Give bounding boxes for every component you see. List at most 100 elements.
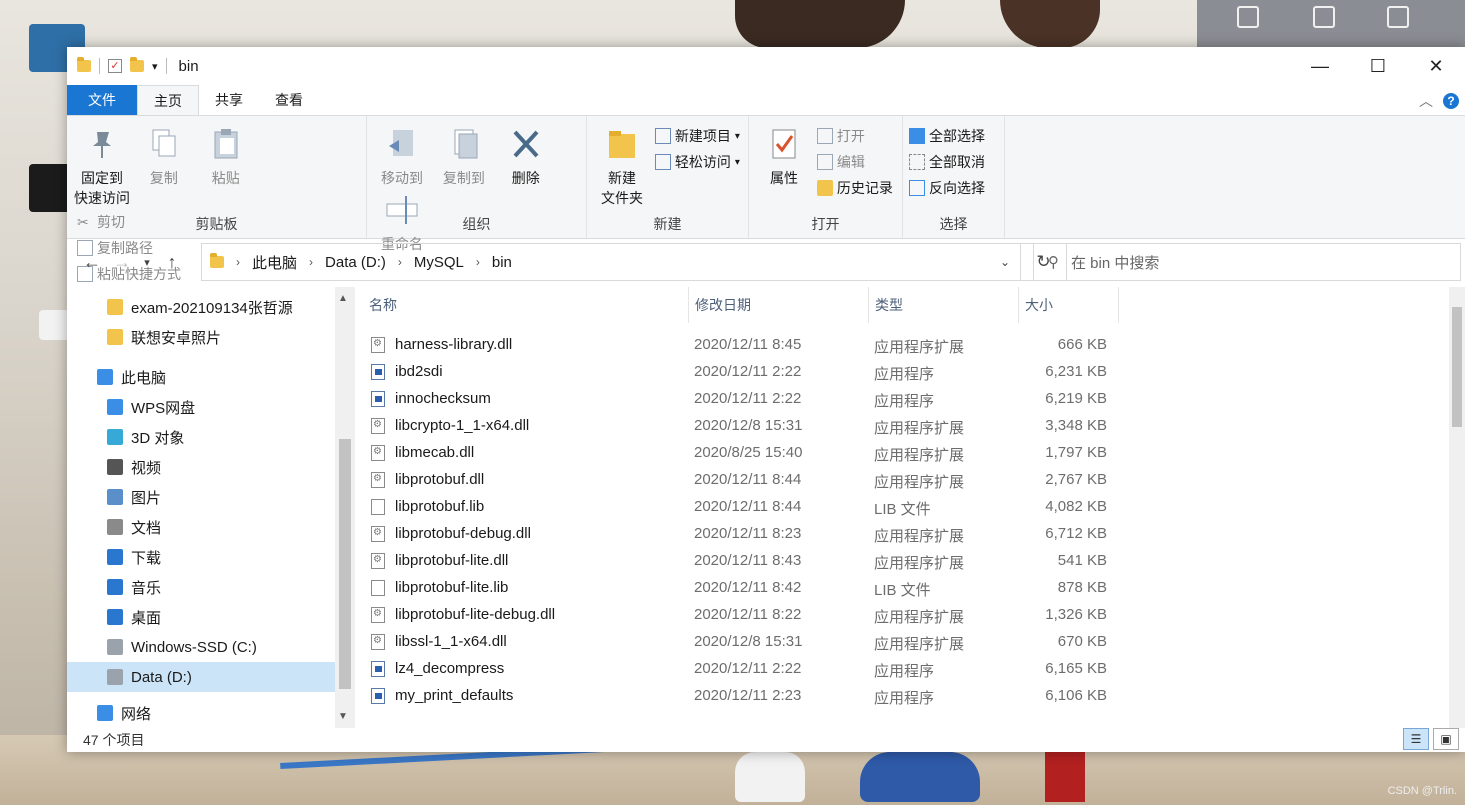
- minimize-button[interactable]: —: [1291, 47, 1349, 85]
- breadcrumb-this-pc[interactable]: 此电脑: [252, 252, 297, 273]
- nav-item[interactable]: 3D 对象: [67, 422, 355, 452]
- chevron-right-icon[interactable]: ›: [309, 255, 313, 269]
- nav-scrollbar-thumb[interactable]: [339, 439, 351, 689]
- navigation-pane[interactable]: exam-202109134张哲源 联想安卓照片 此电脑 WPS网盘 3D 对象 视频 图片…: [67, 287, 355, 728]
- nav-item[interactable]: 视频: [67, 452, 355, 482]
- chevron-right-icon[interactable]: ›: [476, 255, 480, 269]
- details-view-icon[interactable]: ☰: [1403, 728, 1429, 750]
- title-bar[interactable]: ✓ ▾ bin — ☐ ✕: [67, 47, 1465, 85]
- scroll-up-icon[interactable]: ▲: [338, 293, 348, 304]
- file-row[interactable]: libprotobuf-lite-debug.dll 2020/12/11 8:2…: [355, 602, 1445, 629]
- column-date[interactable]: 修改日期: [689, 287, 869, 323]
- nav-item[interactable]: WPS网盘: [67, 392, 355, 422]
- column-size[interactable]: 大小: [1019, 287, 1119, 323]
- breadcrumb-mysql[interactable]: MySQL: [414, 254, 464, 271]
- chevron-down-icon[interactable]: ▾: [152, 60, 158, 73]
- file-list[interactable]: 名称 修改日期 类型 大小 ^ harness-library.dll 2020/…: [355, 287, 1465, 728]
- open-button[interactable]: 打开: [816, 126, 893, 146]
- maximize-button[interactable]: ☐: [1349, 47, 1407, 85]
- help-icon[interactable]: ?: [1443, 93, 1459, 109]
- notes-widget-icon[interactable]: [1237, 6, 1259, 28]
- wallpaper-widget-icon[interactable]: [1387, 6, 1409, 28]
- file-row[interactable]: lz4_decompress 2020/12/11 2:22 应用程序 6,165 K…: [355, 656, 1445, 683]
- chevron-right-icon[interactable]: ›: [236, 255, 240, 269]
- todo-widget-icon[interactable]: [1313, 6, 1335, 28]
- breadcrumb-data-d[interactable]: Data (D:): [325, 254, 386, 271]
- file-row[interactable]: innochecksum 2020/12/11 2:22 应用程序 6,219 KB: [355, 386, 1445, 413]
- file-row[interactable]: libprotobuf-lite.lib 2020/12/11 8:42 LIB 文…: [355, 575, 1445, 602]
- nav-item[interactable]: 图片: [67, 482, 355, 512]
- column-type-label: 类型: [875, 297, 903, 313]
- explorer-body: exam-202109134张哲源 联想安卓照片 此电脑 WPS网盘 3D 对象 视频 图片…: [67, 287, 1465, 728]
- properties-icon[interactable]: ✓: [108, 59, 122, 73]
- file-size: 6,231 KB: [1045, 363, 1107, 380]
- forward-arrow-icon[interactable]: →: [107, 252, 137, 273]
- tab-home[interactable]: 主页: [137, 85, 199, 115]
- file-row[interactable]: ibd2sdi 2020/12/11 2:22 应用程序 6,231 KB: [355, 359, 1445, 386]
- back-arrow-icon[interactable]: ←: [77, 252, 107, 273]
- copy-to-button[interactable]: 复制到: [435, 122, 493, 188]
- properties-button[interactable]: 属性: [755, 122, 813, 188]
- new-folder-button[interactable]: 新建 文件夹: [593, 122, 651, 208]
- file-row[interactable]: libssl-1_1-x64.dll 2020/12/8 15:31 应用程序扩展 6…: [355, 629, 1445, 656]
- history-label: 历史记录: [836, 180, 893, 196]
- nav-item[interactable]: 联想安卓照片: [67, 322, 355, 352]
- breadcrumb-bin[interactable]: bin: [492, 254, 512, 271]
- file-row[interactable]: libprotobuf-debug.dll 2020/12/11 8:23 应用程序…: [355, 521, 1445, 548]
- column-name[interactable]: 名称: [355, 287, 689, 323]
- new-folder-icon[interactable]: [130, 57, 144, 72]
- invert-selection-button[interactable]: 反向选择: [909, 178, 985, 198]
- file-explorer-window[interactable]: ✓ ▾ bin — ☐ ✕ 文件 主页 共享 查看 ︿ ? 固定到 快速访问 复…: [67, 47, 1465, 752]
- nav-item[interactable]: Data (D:): [67, 662, 355, 692]
- new-item-button[interactable]: 新建项目 ▾: [654, 126, 740, 146]
- file-row[interactable]: my_print_defaults 2020/12/11 2:23 应用程序 6,10…: [355, 683, 1445, 710]
- tab-file[interactable]: 文件: [67, 85, 137, 115]
- nav-item[interactable]: Windows-SSD (C:): [67, 632, 355, 662]
- tab-share[interactable]: 共享: [199, 85, 259, 115]
- search-box[interactable]: ⚲ 在 bin 中搜索: [1033, 243, 1461, 281]
- nav-item[interactable]: 文档: [67, 512, 355, 542]
- file-row[interactable]: libprotobuf.dll 2020/12/11 8:44 应用程序扩展 2,76…: [355, 467, 1445, 494]
- file-row[interactable]: libprotobuf.lib 2020/12/11 8:44 LIB 文件 4,08…: [355, 494, 1445, 521]
- nav-item[interactable]: 此电脑: [67, 362, 355, 392]
- select-group: 全部选择 全部取消 反向选择 选择: [903, 116, 1005, 238]
- history-button[interactable]: 历史记录: [816, 178, 893, 198]
- desktop-widget-bar[interactable]: [1197, 0, 1465, 47]
- move-to-button[interactable]: 移动到: [373, 122, 431, 188]
- file-date: 2020/12/11 2:22: [694, 390, 802, 407]
- large-icons-view-icon[interactable]: ▣: [1433, 728, 1459, 750]
- nav-item[interactable]: 桌面: [67, 602, 355, 632]
- paste-button[interactable]: 粘贴: [197, 122, 255, 188]
- file-list-scrollbar-thumb[interactable]: [1452, 307, 1462, 427]
- select-all-button[interactable]: 全部选择: [909, 126, 985, 146]
- file-row[interactable]: harness-library.dll 2020/12/11 8:45 应用程序扩展…: [355, 332, 1445, 359]
- column-type[interactable]: 类型: [869, 287, 1019, 323]
- file-row[interactable]: libcrypto-1_1-x64.dll 2020/12/8 15:31 应用程序…: [355, 413, 1445, 440]
- chevron-right-icon[interactable]: ›: [398, 255, 402, 269]
- delete-button[interactable]: 删除: [497, 122, 555, 188]
- nav-item[interactable]: 下载: [67, 542, 355, 572]
- application-icon: [371, 661, 385, 677]
- pin-quick-access-button[interactable]: 固定到 快速访问: [73, 122, 131, 208]
- collapse-ribbon-icon[interactable]: ︿: [1419, 91, 1433, 111]
- file-row[interactable]: libmecab.dll 2020/8/25 15:40 应用程序扩展 1,797 K…: [355, 440, 1445, 467]
- select-none-button[interactable]: 全部取消: [909, 152, 985, 172]
- up-arrow-icon[interactable]: ↑: [157, 252, 187, 273]
- tab-view[interactable]: 查看: [259, 85, 319, 115]
- nav-item[interactable]: 网络: [67, 698, 355, 728]
- address-bar[interactable]: › 此电脑 › Data (D:) › MySQL › bin ⌄: [201, 243, 1021, 281]
- recent-locations-chevron-icon[interactable]: ▾: [137, 256, 157, 269]
- copy-button[interactable]: 复制: [135, 122, 193, 188]
- file-icon: [371, 499, 385, 515]
- file-list-scrollbar[interactable]: [1449, 287, 1465, 728]
- nav-item[interactable]: exam-202109134张哲源: [67, 292, 355, 322]
- easy-access-button[interactable]: 轻松访问 ▾: [654, 152, 740, 172]
- file-row[interactable]: libprotobuf-lite.dll 2020/12/11 8:43 应用程序扩…: [355, 548, 1445, 575]
- nav-scrollbar[interactable]: ▲ ▼: [335, 287, 355, 728]
- edit-button[interactable]: 编辑: [816, 152, 893, 172]
- address-dropdown-icon[interactable]: ⌄: [1000, 255, 1010, 269]
- nav-item[interactable]: 音乐: [67, 572, 355, 602]
- copy-icon: [152, 129, 176, 157]
- scroll-down-icon[interactable]: ▼: [338, 711, 348, 722]
- close-button[interactable]: ✕: [1407, 47, 1465, 85]
